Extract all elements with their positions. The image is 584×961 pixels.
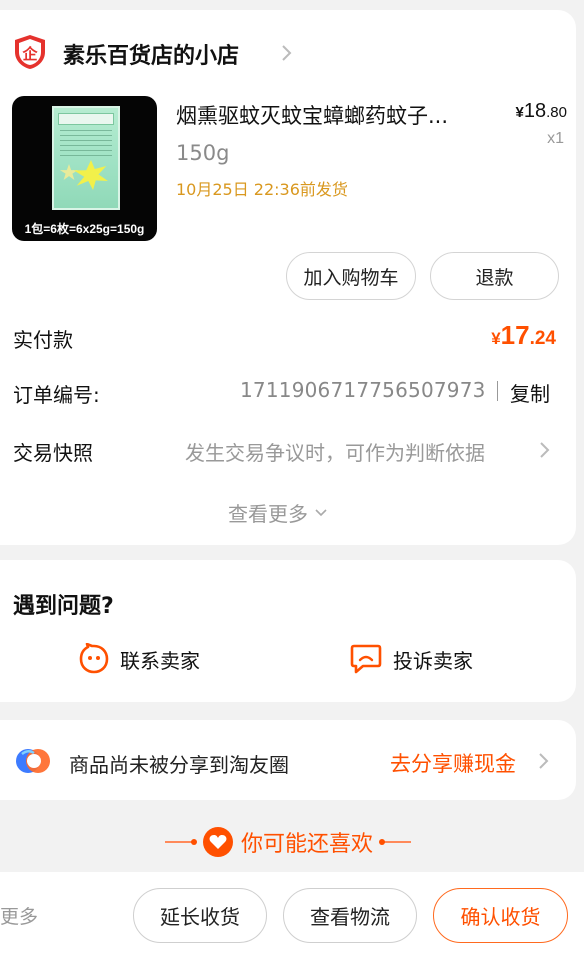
see-more-label: 查看更多 — [228, 502, 308, 526]
divider — [497, 381, 498, 401]
product-image[interactable]: 1包=6枚=6x25g=150g — [12, 96, 157, 241]
currency-symbol: ¥ — [515, 104, 524, 121]
chevron-right-icon[interactable] — [539, 440, 551, 460]
product-quantity: x1 — [547, 130, 564, 147]
product-price: ¥18.80 — [516, 100, 567, 123]
enterprise-shield-icon: 企 — [15, 35, 45, 69]
order-number: 1711906717756507973 — [240, 378, 486, 402]
snapshot-description[interactable]: 发生交易争议时，可作为判断依据 — [185, 437, 485, 466]
chevron-right-icon[interactable] — [280, 42, 294, 64]
snapshot-label[interactable]: 交易快照 — [13, 437, 93, 466]
see-more-button[interactable]: 查看更多 — [228, 498, 328, 527]
decoration-line — [379, 839, 411, 845]
product-spec: 150g — [176, 141, 230, 165]
share-earn-link[interactable]: 去分享赚现金 — [390, 748, 516, 778]
share-status-text: 商品尚未被分享到淘友圈 — [69, 753, 289, 777]
heart-icon — [202, 827, 233, 857]
recommend-header: 你可能还喜欢 — [0, 826, 576, 858]
add-to-cart-button[interactable]: 加入购物车 — [286, 252, 416, 300]
store-name[interactable]: 素乐百货店的小店 — [63, 38, 239, 70]
complaint-bubble-icon — [350, 644, 382, 674]
paid-integer: 17 — [500, 320, 530, 350]
problem-title: 遇到问题? — [13, 594, 114, 619]
contact-seller-button[interactable]: 联系卖家 — [78, 643, 200, 675]
extend-receipt-button[interactable]: 延长收货 — [133, 888, 267, 943]
ship-deadline-note: 10月25日 22:36前发货 — [176, 180, 348, 199]
order-number-label: 订单编号: — [13, 383, 100, 407]
currency-symbol: ¥ — [491, 329, 501, 348]
svg-text:企: 企 — [21, 45, 38, 63]
paid-amount: ¥17.24 — [491, 320, 556, 351]
product-title[interactable]: 烟熏驱蚊灭蚊宝蟑螂药蚊子... — [176, 100, 476, 130]
more-button[interactable]: 更多 — [0, 902, 38, 929]
price-integer: 18 — [523, 100, 547, 122]
contact-seller-label: 联系卖家 — [120, 648, 200, 673]
chevron-right-icon[interactable] — [538, 751, 550, 771]
refund-button[interactable]: 退款 — [430, 252, 559, 300]
paid-label: 实付款 — [13, 328, 73, 352]
paid-decimal: .24 — [529, 328, 556, 349]
view-logistics-button[interactable]: 查看物流 — [283, 888, 417, 943]
copy-button[interactable]: 复制 — [510, 378, 550, 407]
confirm-receipt-button[interactable]: 确认收货 — [433, 888, 568, 943]
recommend-title: 你可能还喜欢 — [240, 832, 373, 857]
problem-card — [0, 560, 576, 702]
product-image-caption: 1包=6枚=6x25g=150g — [24, 222, 145, 236]
decoration-line — [164, 839, 197, 845]
product-package — [52, 106, 120, 210]
complain-seller-label: 投诉卖家 — [393, 648, 473, 673]
chat-face-icon — [79, 643, 109, 674]
chevron-down-icon — [315, 508, 327, 516]
price-decimal: .80 — [546, 104, 567, 121]
complain-seller-button[interactable]: 投诉卖家 — [349, 643, 473, 675]
taoyou-circle-icon — [16, 749, 50, 773]
